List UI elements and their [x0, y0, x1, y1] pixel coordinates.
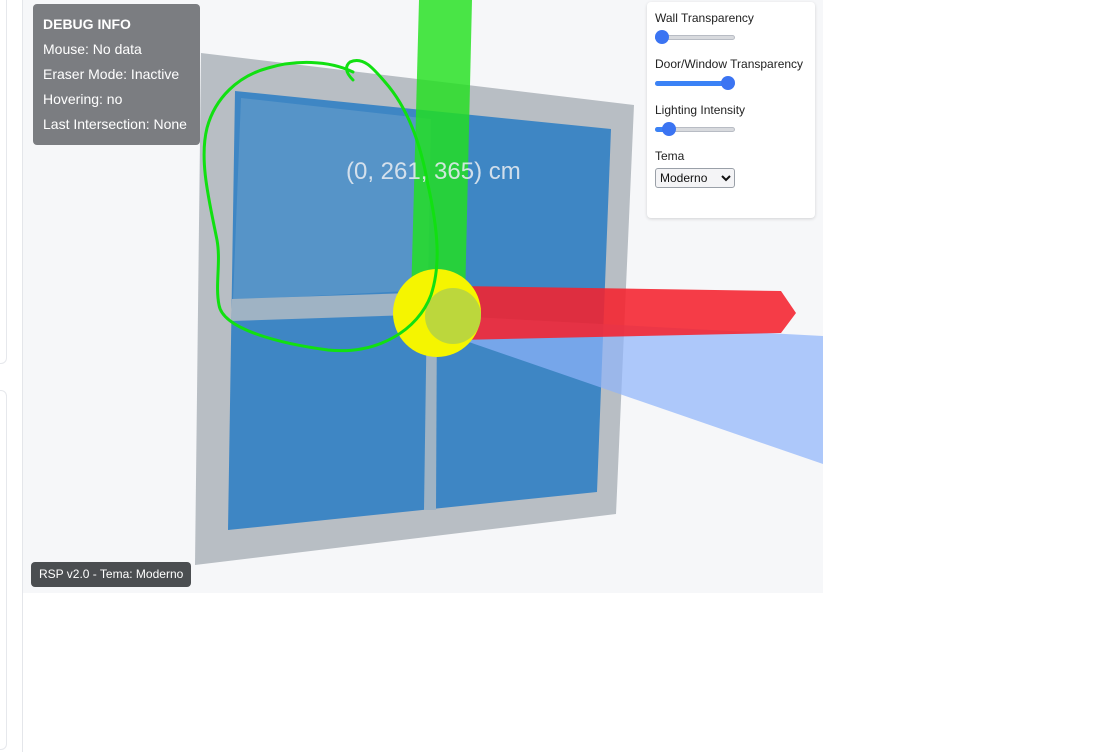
theme-select[interactable]: Moderno — [655, 168, 735, 188]
version-badge: RSP v2.0 - Tema: Moderno — [31, 562, 192, 587]
debug-eraser-mode: Eraser Mode: Inactive — [43, 66, 180, 82]
controls-panel: Wall Transparency Door/Window Transparen… — [647, 2, 815, 218]
slider-fill — [655, 81, 728, 86]
origin-sphere-inner — [425, 288, 481, 344]
slider-thumb[interactable] — [655, 30, 669, 44]
x-axis-cylinder[interactable] — [458, 286, 796, 340]
theme-label: Tema — [655, 149, 685, 163]
door-window-transparency-control: Door/Window Transparency — [655, 56, 807, 94]
lighting-intensity-control: Lighting Intensity — [655, 102, 807, 140]
debug-hovering: Hovering: no — [43, 91, 123, 107]
window-pane-highlight — [233, 98, 431, 300]
debug-last-intersection: Last Intersection: None — [43, 116, 187, 132]
wall-transparency-label: Wall Transparency — [655, 11, 754, 25]
app-root: (0, 261, 365) cm DEBUG INFO Mouse: No da… — [0, 0, 1105, 752]
lighting-intensity-label: Lighting Intensity — [655, 103, 746, 117]
door-window-transparency-label: Door/Window Transparency — [655, 57, 804, 71]
wall-transparency-control: Wall Transparency — [655, 10, 807, 48]
wall-transparency-slider[interactable] — [655, 26, 735, 48]
sidebar-card-lower — [0, 390, 7, 750]
3d-viewport[interactable]: (0, 261, 365) cm DEBUG INFO Mouse: No da… — [23, 0, 823, 593]
lighting-intensity-slider[interactable] — [655, 118, 735, 140]
debug-mouse: Mouse: No data — [43, 41, 142, 57]
debug-info-panel: DEBUG INFO Mouse: No data Eraser Mode: I… — [33, 4, 200, 145]
slider-thumb[interactable] — [721, 76, 735, 90]
left-sidebar — [0, 0, 23, 752]
slider-thumb[interactable] — [661, 122, 676, 136]
coordinate-readout: (0, 261, 365) cm — [346, 158, 521, 185]
door-window-transparency-slider[interactable] — [655, 72, 735, 94]
theme-control: Tema Moderno — [655, 148, 807, 188]
sidebar-card-upper — [0, 0, 7, 364]
debug-title: DEBUG INFO — [43, 16, 131, 32]
